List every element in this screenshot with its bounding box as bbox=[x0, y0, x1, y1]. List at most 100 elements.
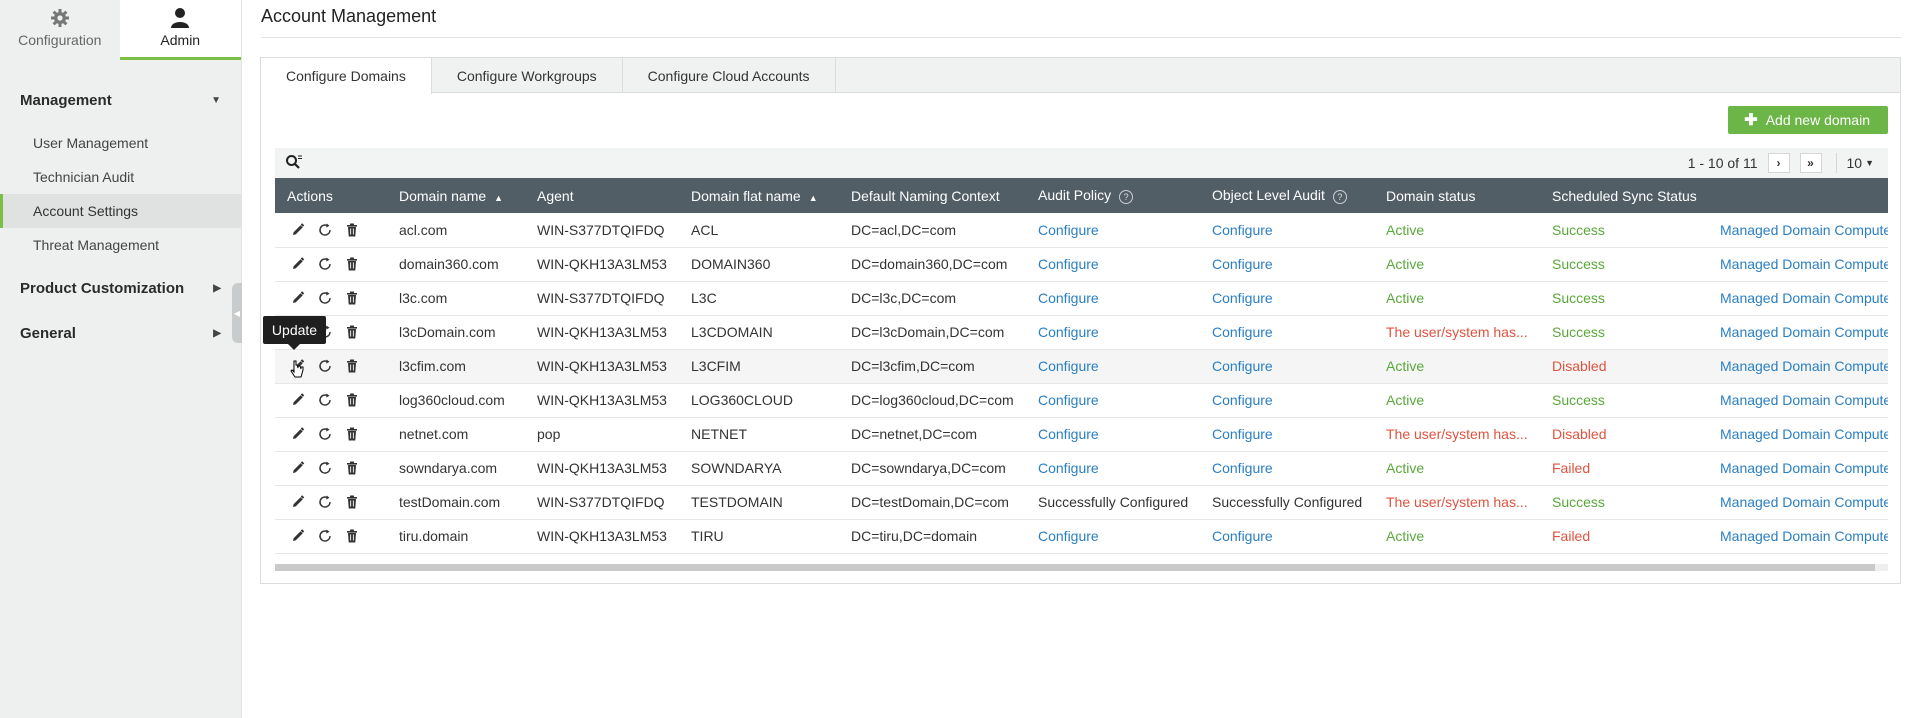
managed-domain-computers-link[interactable]: Managed Domain Computers bbox=[1720, 256, 1888, 272]
nav-head-product-customization[interactable]: Product Customization ▶ bbox=[0, 276, 241, 300]
domain-status-text: Active bbox=[1386, 358, 1425, 374]
audit-policy-link[interactable]: Configure bbox=[1038, 426, 1099, 442]
col-domain-name[interactable]: Domain name ▲ bbox=[387, 178, 525, 213]
managed-domain-computers-link[interactable]: Managed Domain Computers bbox=[1720, 290, 1888, 306]
cell-agent: WIN-QKH13A3LM53 bbox=[537, 358, 667, 374]
scrollbar-thumb[interactable] bbox=[275, 564, 1875, 571]
cell-sync-status: Failed bbox=[1540, 519, 1708, 553]
object-level-audit-link[interactable]: Configure bbox=[1212, 324, 1273, 340]
cell-domain-flat-name: DOMAIN360 bbox=[691, 256, 771, 272]
audit-policy-link[interactable]: Configure bbox=[1038, 528, 1099, 544]
cell-domain-name: acl.com bbox=[399, 221, 448, 238]
cell-domain-name: testDomain.com bbox=[399, 494, 501, 510]
managed-domain-computers-link[interactable]: Managed Domain Computers bbox=[1720, 392, 1888, 408]
help-icon[interactable]: ? bbox=[1332, 189, 1347, 204]
delete-icon[interactable] bbox=[341, 424, 363, 444]
col-domain-status[interactable]: Domain status bbox=[1374, 178, 1540, 213]
sidebar-collapse-handle[interactable]: ◀ bbox=[232, 283, 242, 343]
sync-icon[interactable] bbox=[314, 220, 336, 240]
managed-domain-computers-link[interactable]: Managed Domain Computers bbox=[1720, 528, 1888, 544]
object-level-audit-link[interactable]: Configure bbox=[1212, 256, 1273, 272]
tab-configuration[interactable]: Configuration bbox=[0, 0, 120, 60]
col-agent[interactable]: Agent bbox=[525, 178, 679, 213]
sync-icon[interactable] bbox=[314, 254, 336, 274]
horizontal-scrollbar[interactable] bbox=[275, 564, 1888, 571]
audit-policy-link[interactable]: Configure bbox=[1038, 222, 1099, 238]
delete-icon[interactable] bbox=[341, 288, 363, 308]
managed-domain-computers-link[interactable]: Managed Domain Computers bbox=[1720, 460, 1888, 476]
help-icon[interactable]: ? bbox=[1119, 189, 1134, 204]
tab-configure-workgroups[interactable]: Configure Workgroups bbox=[432, 58, 623, 93]
nav-head-general[interactable]: General ▶ bbox=[0, 321, 241, 345]
managed-domain-computers-link[interactable]: Managed Domain Computers bbox=[1720, 426, 1888, 442]
delete-icon[interactable] bbox=[341, 356, 363, 376]
caret-down-icon: ▼ bbox=[1865, 158, 1874, 168]
edit-icon[interactable] bbox=[287, 424, 309, 444]
audit-policy-link[interactable]: Configure bbox=[1038, 256, 1099, 272]
sync-icon[interactable] bbox=[314, 492, 336, 512]
edit-icon[interactable] bbox=[287, 220, 309, 240]
delete-icon[interactable] bbox=[341, 322, 363, 342]
cell-domain-status: Active bbox=[1374, 281, 1540, 315]
col-audit-policy[interactable]: Audit Policy? bbox=[1026, 178, 1200, 213]
edit-icon[interactable] bbox=[287, 390, 309, 410]
audit-policy-link[interactable]: Configure bbox=[1038, 358, 1099, 374]
object-level-audit-link[interactable]: Configure bbox=[1212, 392, 1273, 408]
next-page-button[interactable]: › bbox=[1767, 153, 1790, 173]
sidebar-item-technician-audit[interactable]: Technician Audit bbox=[0, 160, 241, 194]
delete-icon[interactable] bbox=[341, 254, 363, 274]
object-level-audit-link[interactable]: Configure bbox=[1212, 528, 1273, 544]
sync-icon[interactable] bbox=[314, 288, 336, 308]
edit-icon[interactable] bbox=[287, 254, 309, 274]
managed-domain-computers-link[interactable]: Managed Domain Computers bbox=[1720, 222, 1888, 238]
sidebar-item-user-management[interactable]: User Management bbox=[0, 126, 241, 160]
object-level-audit-link[interactable]: Configure bbox=[1212, 358, 1273, 374]
edit-icon[interactable] bbox=[287, 492, 309, 512]
cell-object-level-audit: Configure bbox=[1200, 213, 1374, 247]
sidebar-item-account-settings[interactable]: Account Settings bbox=[0, 194, 241, 228]
sync-icon[interactable] bbox=[314, 356, 336, 376]
edit-icon[interactable] bbox=[287, 526, 309, 546]
delete-icon[interactable] bbox=[341, 220, 363, 240]
sidebar-item-threat-management[interactable]: Threat Management bbox=[0, 228, 241, 262]
caret-down-icon: ▼ bbox=[211, 94, 221, 106]
cell-managed-computers: Managed Domain Computers bbox=[1708, 485, 1888, 519]
edit-icon[interactable] bbox=[287, 458, 309, 478]
audit-policy-link[interactable]: Configure bbox=[1038, 324, 1099, 340]
tab-configure-cloud-accounts[interactable]: Configure Cloud Accounts bbox=[623, 58, 836, 93]
managed-domain-computers-link[interactable]: Managed Domain Computers bbox=[1720, 324, 1888, 340]
sync-icon[interactable] bbox=[314, 526, 336, 546]
delete-icon[interactable] bbox=[341, 390, 363, 410]
tab-admin[interactable]: Admin bbox=[119, 0, 241, 60]
audit-policy-link[interactable]: Configure bbox=[1038, 290, 1099, 306]
page-size-select[interactable]: 10 ▼ bbox=[1847, 155, 1875, 171]
cell-domain-name: netnet.com bbox=[399, 426, 469, 442]
delete-icon[interactable] bbox=[341, 458, 363, 478]
col-domain-flat-name[interactable]: Domain flat name ▲ bbox=[679, 178, 839, 213]
add-new-domain-button[interactable]: ✚ Add new domain bbox=[1728, 106, 1888, 134]
col-default-naming-context[interactable]: Default Naming Context bbox=[839, 178, 1026, 213]
cell-default-naming-context: DC=testDomain,DC=com bbox=[851, 494, 1009, 510]
cell-audit-policy: Configure bbox=[1026, 349, 1200, 383]
managed-domain-computers-link[interactable]: Managed Domain Computers bbox=[1720, 494, 1888, 510]
edit-icon[interactable] bbox=[287, 288, 309, 308]
last-page-button[interactable]: » bbox=[1799, 153, 1822, 173]
tab-configure-domains[interactable]: Configure Domains bbox=[261, 58, 432, 94]
nav-head-management[interactable]: Management ▼ bbox=[0, 88, 241, 112]
object-level-audit-link[interactable]: Configure bbox=[1212, 460, 1273, 476]
sync-icon[interactable] bbox=[314, 424, 336, 444]
audit-policy-link[interactable]: Configure bbox=[1038, 392, 1099, 408]
sync-icon[interactable] bbox=[314, 390, 336, 410]
object-level-audit-link[interactable]: Configure bbox=[1212, 290, 1273, 306]
row-actions bbox=[275, 281, 387, 315]
search-icon[interactable] bbox=[285, 154, 303, 173]
sync-icon[interactable] bbox=[314, 458, 336, 478]
object-level-audit-link[interactable]: Configure bbox=[1212, 222, 1273, 238]
delete-icon[interactable] bbox=[341, 492, 363, 512]
col-object-level-audit[interactable]: Object Level Audit? bbox=[1200, 178, 1374, 213]
delete-icon[interactable] bbox=[341, 526, 363, 546]
audit-policy-link[interactable]: Configure bbox=[1038, 460, 1099, 476]
col-scheduled-sync-status[interactable]: Scheduled Sync Status bbox=[1540, 178, 1708, 213]
managed-domain-computers-link[interactable]: Managed Domain Computers bbox=[1720, 358, 1888, 374]
object-level-audit-link[interactable]: Configure bbox=[1212, 426, 1273, 442]
